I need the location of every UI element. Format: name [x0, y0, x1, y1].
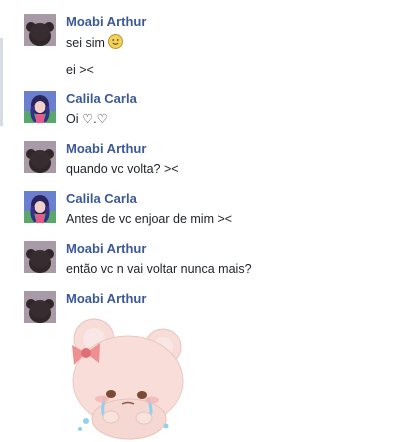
message-text: ei ><	[66, 63, 94, 77]
crying-bear-sticker[interactable]	[62, 315, 192, 440]
sender-name[interactable]: Moabi Arthur	[66, 241, 146, 257]
calila-avatar-image	[24, 91, 56, 123]
message-text: Oi ♡.♡	[66, 112, 108, 126]
message-text: quando vc volta? ><	[66, 162, 179, 176]
avatar-moabi[interactable]	[24, 14, 56, 46]
message-text: Antes de vc enjoar de mim ><	[66, 212, 233, 226]
sender-name[interactable]: Moabi Arthur	[66, 141, 146, 157]
sender-name[interactable]: Moabi Arthur	[66, 291, 146, 307]
message-text: então vc n vai voltar nunca mais?	[66, 262, 252, 276]
chat-conversation: Moabi Arthur sei sim ei >< Calila Carla …	[0, 0, 394, 442]
smiley-icon	[107, 34, 123, 49]
avatar-calila[interactable]	[24, 191, 56, 223]
conversation-marker	[0, 38, 3, 126]
moabi-avatar-image	[24, 141, 56, 173]
avatar-calila[interactable]	[24, 91, 56, 123]
avatar-moabi[interactable]	[24, 291, 56, 323]
sender-name[interactable]: Moabi Arthur	[66, 14, 146, 30]
calila-avatar-image	[24, 191, 56, 223]
moabi-avatar-image	[24, 14, 56, 46]
message-text-content: sei sim	[66, 36, 105, 50]
moabi-avatar-image	[24, 291, 56, 323]
avatar-moabi[interactable]	[24, 241, 56, 273]
moabi-avatar-image	[24, 241, 56, 273]
crying-bear-sticker-image	[72, 318, 184, 440]
avatar-moabi[interactable]	[24, 141, 56, 173]
message-text: sei sim	[66, 34, 123, 51]
sender-name[interactable]: Calila Carla	[66, 91, 137, 107]
sender-name[interactable]: Calila Carla	[66, 191, 137, 207]
